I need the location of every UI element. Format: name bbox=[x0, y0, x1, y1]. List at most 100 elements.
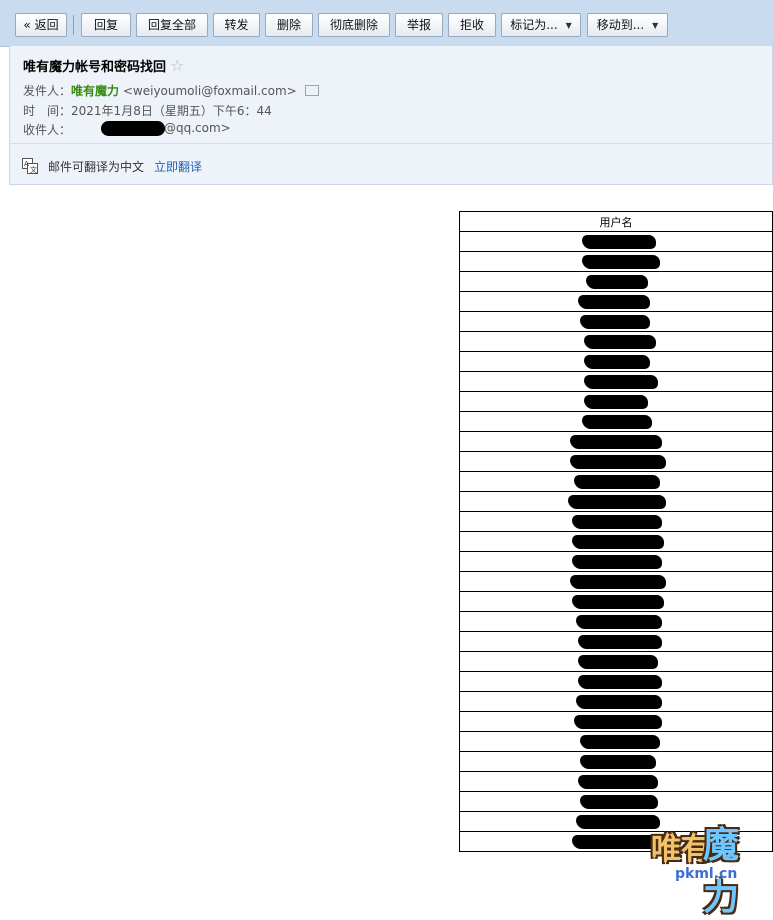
recipient-line: 收件人： @qq.com> bbox=[23, 121, 231, 138]
redaction-mark bbox=[578, 635, 662, 649]
watermark-url: pkml.cn bbox=[675, 866, 738, 882]
redaction-mark bbox=[578, 295, 650, 309]
redaction-mark bbox=[584, 395, 648, 409]
sender-line: 发件人：唯有魔力 <weiyoumoli@foxmail.com> bbox=[23, 82, 319, 99]
username-cell bbox=[459, 271, 773, 292]
mark-as-label: 标记为... bbox=[510, 18, 558, 32]
mark-as-dropdown[interactable]: 标记为... ▼ bbox=[501, 13, 581, 37]
table-row bbox=[459, 291, 773, 312]
reply-button[interactable]: 回复 bbox=[81, 13, 131, 37]
redaction-mark bbox=[584, 335, 656, 349]
report-button[interactable]: 举报 bbox=[395, 13, 443, 37]
recipient-address[interactable]: @qq.com> bbox=[164, 121, 231, 135]
username-cell bbox=[459, 231, 773, 252]
delete-permanently-button[interactable]: 彻底删除 bbox=[318, 13, 390, 37]
mail-header: 唯有魔力帐号和密码找回 ☆ 发件人：唯有魔力 <weiyoumoli@foxmai… bbox=[9, 46, 773, 185]
table-row bbox=[459, 351, 773, 372]
table-row bbox=[459, 771, 773, 792]
time-value: 2021年1月8日（星期五）下午6：44 bbox=[71, 104, 272, 118]
redaction-mark bbox=[572, 535, 664, 549]
table-row bbox=[459, 611, 773, 632]
redaction-mark bbox=[580, 755, 656, 769]
sender-name[interactable]: 唯有魔力 bbox=[71, 84, 119, 98]
username-table: 用户名 bbox=[459, 211, 773, 852]
username-cell bbox=[459, 431, 773, 452]
translate-icon: A 文 bbox=[22, 158, 38, 174]
redaction-mark bbox=[574, 715, 662, 729]
username-cell bbox=[459, 371, 773, 392]
username-cell bbox=[459, 291, 773, 312]
username-cell bbox=[459, 731, 773, 752]
table-row bbox=[459, 671, 773, 692]
reject-button[interactable]: 拒收 bbox=[448, 13, 496, 37]
redaction-mark bbox=[570, 455, 666, 469]
table-row bbox=[459, 391, 773, 412]
time-line: 时 间：2021年1月8日（星期五）下午6：44 bbox=[23, 102, 272, 119]
translate-now-link[interactable]: 立即翻译 bbox=[154, 158, 202, 175]
redaction-mark bbox=[101, 121, 165, 136]
svg-text:文: 文 bbox=[30, 165, 37, 174]
redaction-mark bbox=[578, 775, 658, 789]
username-cell bbox=[459, 651, 773, 672]
chevron-down-icon: ▼ bbox=[565, 20, 572, 30]
back-button[interactable]: « 返回 bbox=[15, 13, 67, 37]
svg-text:A: A bbox=[24, 160, 29, 168]
table-row bbox=[459, 691, 773, 712]
username-cell bbox=[459, 331, 773, 352]
mail-toolbar: « 返回 回复 回复全部 转发 删除 彻底删除 举报 拒收 标记为... ▼ 移动… bbox=[0, 0, 773, 47]
username-cell bbox=[459, 591, 773, 612]
mail-subject: 唯有魔力帐号和密码找回 ☆ bbox=[23, 56, 184, 75]
table-header-username: 用户名 bbox=[459, 211, 773, 232]
table-row bbox=[459, 651, 773, 672]
table-row bbox=[459, 511, 773, 532]
redaction-mark bbox=[568, 495, 666, 509]
redaction-mark bbox=[582, 415, 652, 429]
username-cell bbox=[459, 451, 773, 472]
username-cell bbox=[459, 251, 773, 272]
move-to-label: 移动到... bbox=[596, 18, 645, 32]
redaction-mark bbox=[572, 515, 662, 529]
table-row bbox=[459, 731, 773, 752]
table-row bbox=[459, 571, 773, 592]
username-cell bbox=[459, 411, 773, 432]
redaction-mark bbox=[572, 595, 664, 609]
forward-button[interactable]: 转发 bbox=[213, 13, 260, 37]
redaction-mark bbox=[578, 655, 658, 669]
redaction-mark bbox=[584, 375, 658, 389]
toolbar-separator bbox=[73, 15, 74, 35]
username-cell bbox=[459, 631, 773, 652]
table-row bbox=[459, 251, 773, 272]
table-row bbox=[459, 471, 773, 492]
redaction-mark bbox=[574, 475, 660, 489]
username-cell bbox=[459, 771, 773, 792]
username-cell bbox=[459, 711, 773, 732]
redaction-mark bbox=[586, 275, 648, 289]
site-watermark-logo: 唯有 魔力 pkml.cn bbox=[645, 804, 773, 918]
username-cell bbox=[459, 391, 773, 412]
reply-all-button[interactable]: 回复全部 bbox=[136, 13, 208, 37]
table-row bbox=[459, 231, 773, 252]
table-row bbox=[459, 271, 773, 292]
subject-text: 唯有魔力帐号和密码找回 bbox=[23, 60, 167, 75]
redaction-mark bbox=[576, 615, 662, 629]
username-cell bbox=[459, 311, 773, 332]
table-row bbox=[459, 431, 773, 452]
table-row bbox=[459, 411, 773, 432]
redaction-mark bbox=[570, 435, 662, 449]
star-icon[interactable]: ☆ bbox=[170, 56, 184, 75]
redaction-mark bbox=[580, 735, 660, 749]
move-to-dropdown[interactable]: 移动到... ▼ bbox=[587, 13, 668, 37]
redaction-mark bbox=[584, 355, 650, 369]
table-row bbox=[459, 631, 773, 652]
table-row bbox=[459, 331, 773, 352]
redaction-mark bbox=[582, 255, 660, 269]
table-row bbox=[459, 531, 773, 552]
table-row bbox=[459, 311, 773, 332]
delete-button[interactable]: 删除 bbox=[265, 13, 313, 37]
sender-address[interactable]: <weiyoumoli@foxmail.com> bbox=[123, 84, 297, 98]
table-row bbox=[459, 751, 773, 772]
time-label: 时 间： bbox=[23, 104, 72, 118]
translate-prompt: 邮件可翻译为中文 bbox=[48, 160, 145, 174]
username-cell bbox=[459, 611, 773, 632]
contact-card-icon[interactable] bbox=[304, 85, 319, 96]
